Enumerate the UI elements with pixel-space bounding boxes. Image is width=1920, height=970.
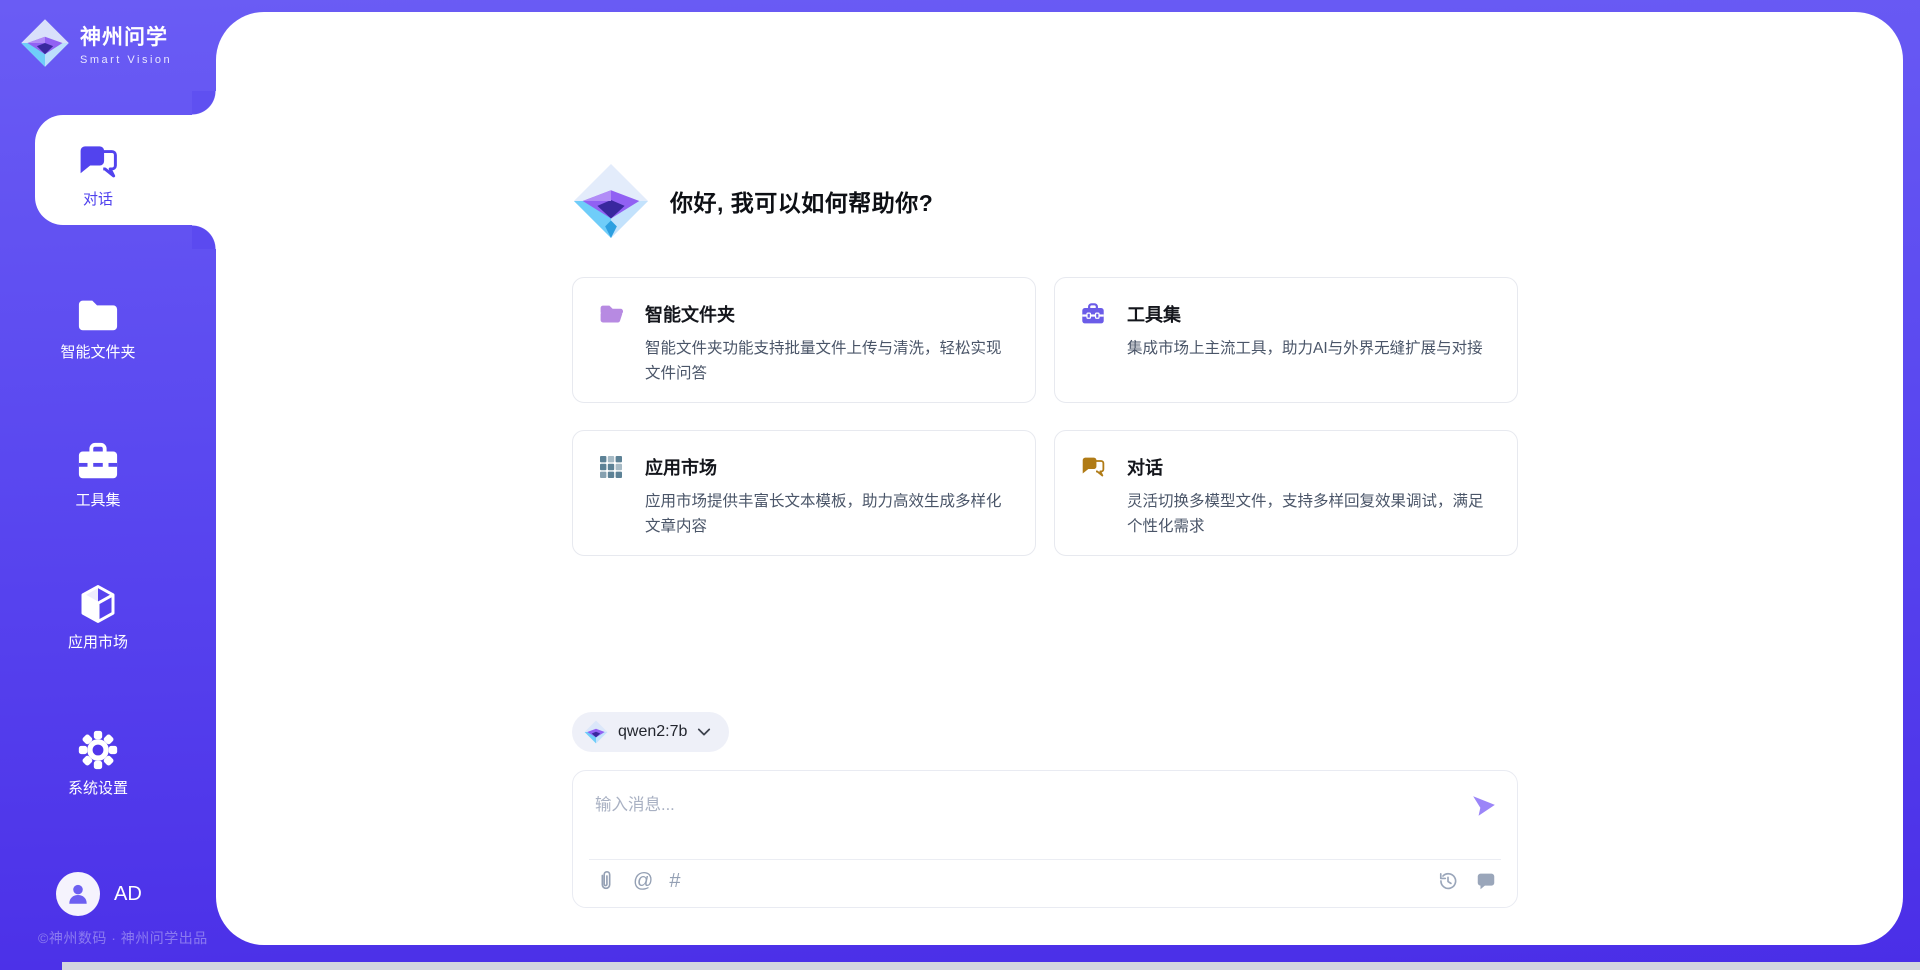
brand-logo: 神州问学 Smart Vision [20, 18, 172, 68]
card-description: 智能文件夹功能支持批量文件上传与清洗，轻松实现文件问答 [645, 336, 1009, 386]
sidebar-item-label: 对话 [83, 188, 113, 209]
app-logo-icon [572, 162, 650, 240]
message-input[interactable] [579, 777, 1449, 843]
tab-fillet-bottom [192, 225, 216, 249]
sidebar-item-label: 智能文件夹 [60, 341, 135, 362]
brand-diamond-icon [20, 18, 70, 68]
hash-icon[interactable]: # [669, 871, 680, 891]
card-app-market[interactable]: 应用市场 应用市场提供丰富长文本模板，助力高效生成多样化文章内容 [572, 430, 1036, 556]
sidebar-item-chat[interactable]: 对话 [0, 143, 196, 209]
chevron-down-icon [697, 727, 711, 737]
sidebar-item-settings[interactable]: 系统设置 [0, 730, 196, 798]
sidebar-item-label: 工具集 [75, 489, 120, 510]
feature-cards: 智能文件夹 智能文件夹功能支持批量文件上传与清洗，轻松实现文件问答 工具集 集成… [572, 277, 1518, 556]
card-description: 集成市场上主流工具，助力AI与外界无缝扩展与对接 [1127, 336, 1491, 361]
history-icon[interactable] [1437, 870, 1459, 892]
cube-icon [77, 584, 119, 624]
paperclip-icon[interactable] [595, 870, 617, 892]
horizontal-scrollbar[interactable] [62, 962, 1920, 970]
brand-subtitle: Smart Vision [80, 54, 172, 66]
sidebar-item-toolset[interactable]: 工具集 [0, 442, 196, 510]
model-selector[interactable]: qwen2:7b [572, 712, 729, 752]
card-title: 智能文件夹 [645, 301, 735, 327]
brand-name: 神州问学 [80, 21, 172, 51]
model-logo-icon [584, 720, 608, 744]
user-account[interactable]: AD [56, 872, 142, 916]
card-smart-folder[interactable]: 智能文件夹 智能文件夹功能支持批量文件上传与清洗，轻松实现文件问答 [572, 277, 1036, 403]
card-chat[interactable]: 对话 灵活切换多模型文件，支持多样回复效果调试，满足个性化需求 [1054, 430, 1518, 556]
composer-toolbar: @ # [595, 870, 1497, 892]
greeting-title: 你好, 我可以如何帮助你? [670, 184, 933, 218]
card-description: 灵活切换多模型文件，支持多样回复效果调试，满足个性化需求 [1127, 489, 1491, 539]
grid-icon [599, 455, 623, 479]
person-icon [65, 881, 91, 907]
copyright-text: ©神州数码 · 神州问学出品 [38, 928, 208, 948]
toolbox-icon [1081, 302, 1105, 326]
chat-bubbles-icon [1081, 455, 1105, 479]
sidebar: 神州问学 Smart Vision 对话 智能文件夹 [0, 0, 216, 970]
send-button[interactable] [1471, 793, 1501, 823]
card-title: 应用市场 [645, 454, 717, 480]
tab-fillet-top [192, 91, 216, 115]
briefcase-icon [77, 442, 119, 482]
model-name: qwen2:7b [618, 723, 687, 741]
user-name: AD [114, 883, 142, 906]
composer-left-tools: @ # [595, 870, 680, 892]
composer-divider [589, 859, 1501, 860]
avatar [56, 872, 100, 916]
greeting-header: 你好, 我可以如何帮助你? [572, 162, 933, 240]
message-composer: @ # [572, 770, 1518, 908]
composer-right-tools [1437, 870, 1497, 892]
sidebar-item-smart-folder[interactable]: 智能文件夹 [0, 294, 196, 362]
sidebar-item-label: 系统设置 [68, 777, 128, 798]
app-window: 神州问学 Smart Vision 对话 智能文件夹 [0, 0, 1920, 970]
card-description: 应用市场提供丰富长文本模板，助力高效生成多样化文章内容 [645, 489, 1009, 539]
card-title: 工具集 [1127, 301, 1181, 327]
card-title: 对话 [1127, 454, 1163, 480]
sidebar-item-label: 应用市场 [68, 631, 128, 652]
send-icon [1471, 793, 1497, 819]
main-content: 你好, 我可以如何帮助你? 智能文件夹 智能文件夹功能支持批量文件上传与清洗，轻… [216, 12, 1903, 945]
folder-icon [77, 294, 119, 334]
gear-icon [77, 730, 119, 770]
chat-icon [78, 143, 118, 181]
card-toolset[interactable]: 工具集 集成市场上主流工具，助力AI与外界无缝扩展与对接 [1054, 277, 1518, 403]
at-icon[interactable]: @ [633, 871, 653, 891]
sidebar-item-app-market[interactable]: 应用市场 [0, 584, 196, 652]
comment-icon[interactable] [1475, 870, 1497, 892]
folder-open-icon [599, 302, 623, 326]
